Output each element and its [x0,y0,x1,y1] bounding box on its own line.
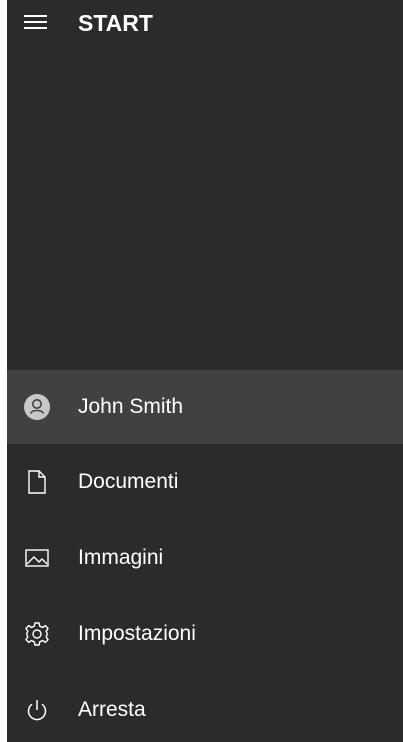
user-avatar-icon [22,392,52,422]
shutdown-label: Arresta [78,698,146,721]
settings-label: Impostazioni [78,622,196,645]
user-name-label: John Smith [78,395,184,418]
start-header: START [7,0,403,48]
power-icon [22,695,52,725]
documents-label: Documenti [78,470,179,493]
shutdown-item[interactable]: Arresta [7,672,403,742]
pictures-label: Immagini [78,546,164,569]
start-menu-panel: START John Smith Documenti Immagini Impo… [7,0,403,742]
user-account-item[interactable]: John Smith [7,370,403,444]
documents-item[interactable]: Documenti [7,444,403,520]
pictures-item[interactable]: Immagini [7,520,403,596]
pictures-icon [22,543,52,573]
hamburger-menu-icon[interactable] [24,14,47,31]
start-menu-list: John Smith Documenti Immagini Impostazio… [7,370,403,742]
gear-icon [22,619,52,649]
settings-item[interactable]: Impostazioni [7,596,403,672]
page-title: START [78,10,153,36]
document-icon [22,467,52,497]
